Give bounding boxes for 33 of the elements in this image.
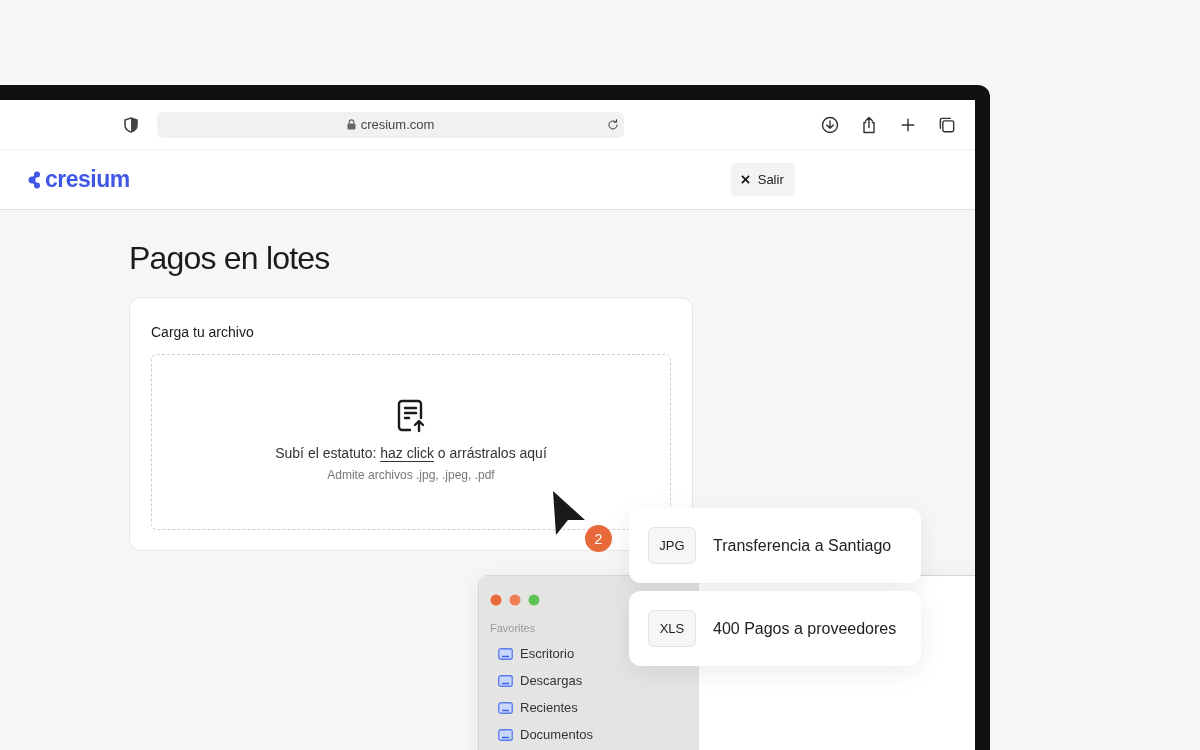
file-card[interactable]: JPG Transferencia a Santiago xyxy=(629,508,921,583)
file-type-tag: JPG xyxy=(648,527,696,564)
file-type-tag: XLS xyxy=(648,610,696,647)
reload-icon[interactable] xyxy=(606,117,620,132)
lock-icon xyxy=(346,119,356,130)
document-upload-icon xyxy=(396,399,426,433)
sidebar-item[interactable]: Descargas xyxy=(498,667,583,694)
page-title: Pagos en lotes xyxy=(129,240,331,277)
logo-mark-icon xyxy=(28,170,42,189)
shield-icon[interactable] xyxy=(124,116,138,133)
folder-icon xyxy=(498,701,513,714)
upload-instruction: Subí el estatuto: haz click o arrástralos aquí xyxy=(275,445,547,461)
card-label: Carga tu archivo xyxy=(151,324,255,340)
logo-text: cresium xyxy=(45,166,130,193)
sidebar-item[interactable]: Recientes xyxy=(498,694,578,721)
folder-icon xyxy=(498,674,513,687)
file-types-hint: Admite archivos .jpg, .jpeg, .pdf xyxy=(327,468,495,482)
sidebar-section-label: Favorites xyxy=(490,622,536,634)
sidebar-item[interactable]: Escritorio xyxy=(498,640,575,667)
cursor-icon xyxy=(552,490,586,536)
file-name: 400 Pagos a proveedores xyxy=(713,619,897,638)
sidebar-item[interactable]: Documentos xyxy=(498,721,593,748)
file-card[interactable]: XLS 400 Pagos a proveedores xyxy=(629,591,921,666)
logo[interactable]: cresium xyxy=(28,166,130,193)
address-bar[interactable]: cresium.com xyxy=(157,111,624,138)
click-link[interactable]: haz click xyxy=(380,445,434,461)
url-text: cresium.com xyxy=(360,117,435,132)
exit-button[interactable]: Salir xyxy=(730,163,795,196)
folder-icon xyxy=(498,647,513,660)
close-icon xyxy=(740,175,750,184)
folder-icon xyxy=(498,728,513,741)
download-icon[interactable] xyxy=(820,114,840,135)
file-name: Transferencia a Santiago xyxy=(713,536,892,555)
